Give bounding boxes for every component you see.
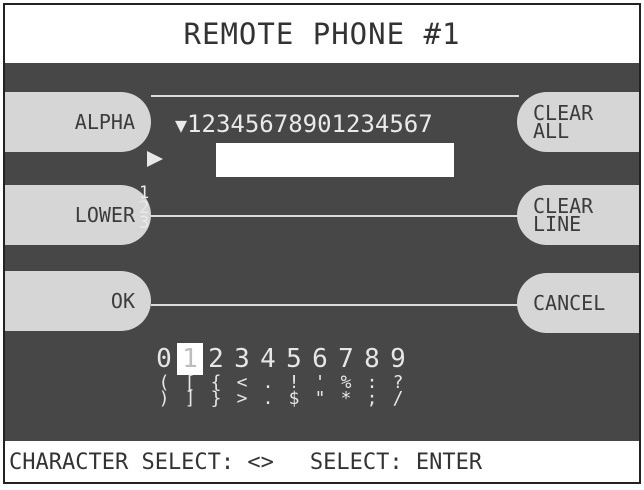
char-6[interactable]: 6 [307, 343, 333, 375]
column-marker-icon: ▼ [175, 113, 188, 137]
symbol-slash[interactable]: / [385, 390, 411, 408]
char-4[interactable]: 4 [255, 343, 281, 375]
footer-select: SELECT: ENTER [309, 450, 483, 475]
char-2[interactable]: 2 [203, 343, 229, 375]
char-3[interactable]: 3 [229, 343, 255, 375]
phone-entry-field[interactable] [216, 143, 454, 177]
digit-row: 0 1 2 3 4 5 6 7 8 9 [151, 343, 411, 375]
character-grid: 0 1 2 3 4 5 6 7 8 9 ( [ { < . ! ' % : ? … [151, 343, 411, 408]
atm-screen: REMOTE PHONE #1 ALPHA LOWER OK CLEAR ALL… [3, 3, 641, 484]
char-7[interactable]: 7 [333, 343, 359, 375]
symbol-close-bracket[interactable]: ] [177, 390, 203, 408]
symbol-dollar[interactable]: $ [281, 390, 307, 408]
alpha-button[interactable]: ALPHA [5, 92, 151, 152]
panel-mid-line [151, 215, 519, 217]
symbol-quote[interactable]: " [307, 390, 333, 408]
char-1-selected[interactable]: 1 [177, 343, 203, 375]
lower-button-label: LOWER [74, 203, 135, 227]
footer-char-select: CHARACTER SELECT: <> [9, 450, 274, 475]
clear-line-label-2: LINE [533, 212, 582, 236]
ruler-digits: 12345678901234567 [187, 110, 433, 138]
footer-instructions: CHARACTER SELECT: <> SELECT: ENTER [5, 441, 639, 482]
panel-top-line [151, 95, 519, 97]
symbol-greater-than[interactable]: > [229, 390, 255, 408]
clear-all-button[interactable]: CLEAR ALL [517, 92, 639, 152]
line-number-3: 3 [139, 213, 150, 233]
symbol-semicolon[interactable]: ; [359, 390, 385, 408]
symbol-period-2[interactable]: . [255, 390, 281, 408]
cancel-button-label: CANCEL [533, 291, 606, 315]
page-title: REMOTE PHONE #1 [5, 5, 639, 63]
ok-button[interactable]: OK [5, 271, 151, 331]
lower-button[interactable]: LOWER [5, 185, 151, 245]
column-ruler: ▼12345678901234567 [175, 110, 433, 138]
symbol-close-brace[interactable]: } [203, 390, 229, 408]
char-9[interactable]: 9 [385, 343, 411, 375]
char-5[interactable]: 5 [281, 343, 307, 375]
symbol-close-paren[interactable]: ) [151, 390, 177, 408]
symbol-row-2: ) ] } > . $ " * ; / [151, 390, 411, 408]
clear-all-label-2: ALL [533, 119, 570, 143]
panel-bottom-line [151, 304, 519, 306]
alpha-button-label: ALPHA [74, 110, 135, 134]
cancel-button[interactable]: CANCEL [517, 273, 639, 333]
row-pointer-icon [147, 151, 163, 167]
clear-line-button[interactable]: CLEAR LINE [517, 185, 639, 245]
char-0[interactable]: 0 [151, 343, 177, 375]
line-numbers: 1 2 3 [139, 185, 150, 233]
char-8[interactable]: 8 [359, 343, 385, 375]
symbol-asterisk[interactable]: * [333, 390, 359, 408]
ok-button-label: OK [110, 289, 135, 313]
